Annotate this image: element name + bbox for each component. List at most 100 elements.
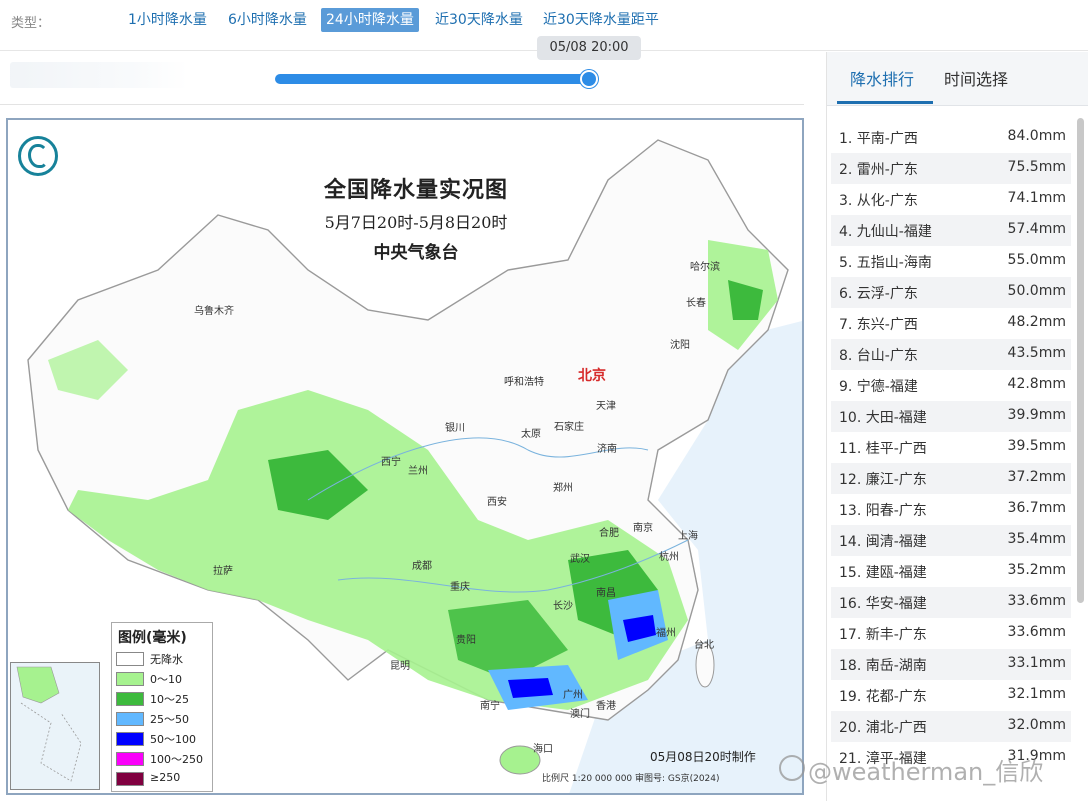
cma-logo [18, 136, 58, 176]
station-name: 10. 大田-福建 [839, 410, 927, 426]
city-label: 济南 [597, 444, 617, 455]
ranking-row[interactable]: 2. 雷州-广东 75.5mm [831, 153, 1071, 184]
legend-swatch [116, 752, 144, 766]
time-slider-track[interactable] [275, 74, 593, 84]
precip-value: 74.1mm [1007, 190, 1066, 206]
legend-swatch [116, 732, 144, 746]
precip-value: 37.2mm [1007, 469, 1066, 485]
city-label: 石家庄 [554, 422, 584, 433]
legend-swatch [116, 712, 144, 726]
station-name: 4. 九仙山-福建 [839, 224, 932, 240]
ranking-scrollbar[interactable] [1077, 118, 1084, 603]
ranking-row[interactable]: 16. 华安-福建 33.6mm [831, 587, 1071, 618]
ranking-row[interactable]: 4. 九仙山-福建 57.4mm [831, 215, 1071, 246]
city-label: 北京 [578, 368, 606, 384]
station-name: 18. 南岳-湖南 [839, 658, 927, 674]
ranking-row[interactable]: 14. 闽清-福建 35.4mm [831, 525, 1071, 556]
map-made-time: 05月08日20时制作 [650, 750, 756, 764]
ranking-row[interactable]: 12. 廉江-广东 37.2mm [831, 463, 1071, 494]
city-label: 台北 [694, 640, 714, 651]
precip-value: 50.0mm [1007, 283, 1066, 299]
active-tab-indicator [837, 101, 933, 104]
tab-precip-ranking[interactable]: 降水排行 [850, 66, 914, 90]
tab-24h-precip[interactable]: 24小时降水量 [321, 8, 419, 32]
legend-label: 25～50 [150, 713, 189, 726]
blurred-control [10, 62, 188, 88]
tab-1h-precip[interactable]: 1小时降水量 [123, 8, 212, 32]
precipitation-map: 全国降水量实况图 5月7日20时-5月8日20时 中央气象台 北京 乌鲁木齐 哈… [6, 118, 804, 795]
precip-value: 39.5mm [1007, 438, 1066, 454]
city-label: 澳门 [570, 709, 590, 720]
precip-value: 57.4mm [1007, 221, 1066, 237]
ranking-row[interactable]: 20. 浦北-广西 32.0mm [831, 711, 1071, 742]
precip-value: 43.5mm [1007, 345, 1066, 361]
ranking-panel: 降水排行 时间选择 1. 平南-广西 84.0mm 2. 雷州-广东 75.5mm … [826, 52, 1088, 801]
weibo-icon [779, 755, 805, 781]
tab-30d-precip[interactable]: 近30天降水量 [430, 8, 528, 32]
city-label: 呼和浩特 [504, 377, 544, 388]
city-label: 乌鲁木齐 [194, 306, 234, 317]
ranking-row[interactable]: 7. 东兴-广西 48.2mm [831, 308, 1071, 339]
city-label: 广州 [563, 690, 583, 701]
ranking-row[interactable]: 8. 台山-广东 43.5mm [831, 339, 1071, 370]
ranking-row[interactable]: 1. 平南-广西 84.0mm [831, 122, 1071, 153]
city-label: 杭州 [659, 552, 679, 563]
divider [0, 104, 804, 105]
station-name: 1. 平南-广西 [839, 131, 918, 147]
tab-30d-anomaly[interactable]: 近30天降水量距平 [538, 8, 664, 32]
station-name: 6. 云浮-广东 [839, 286, 918, 302]
precip-value: 33.6mm [1007, 624, 1066, 640]
precip-value: 55.0mm [1007, 252, 1066, 268]
station-name: 9. 宁德-福建 [839, 379, 918, 395]
station-name: 12. 廉江-广东 [839, 472, 927, 488]
city-label: 贵阳 [456, 635, 476, 646]
ranking-row[interactable]: 6. 云浮-广东 50.0mm [831, 277, 1071, 308]
city-label: 哈尔滨 [690, 262, 720, 273]
ranking-row[interactable]: 11. 桂平-广西 39.5mm [831, 432, 1071, 463]
precip-value: 35.2mm [1007, 562, 1066, 578]
type-label: 类型： [11, 16, 51, 31]
map-title: 全国降水量实况图 [323, 177, 508, 203]
south-china-sea-inset [10, 662, 100, 790]
station-name: 16. 华安-福建 [839, 596, 927, 612]
station-name: 2. 雷州-广东 [839, 162, 918, 178]
city-label: 海口 [533, 744, 553, 755]
ranking-row[interactable]: 13. 阳春-广东 36.7mm [831, 494, 1071, 525]
time-tooltip: 05/08 20:00 [537, 36, 641, 60]
legend-label: 100～250 [150, 753, 203, 766]
station-name: 5. 五指山-海南 [839, 255, 932, 271]
ranking-row[interactable]: 10. 大田-福建 39.9mm [831, 401, 1071, 432]
city-label: 银川 [445, 423, 465, 434]
map-legend: 图例(毫米) 无降水 0～10 10～25 25～50 50～100 100～2… [111, 622, 213, 792]
ranking-row[interactable]: 5. 五指山-海南 55.0mm [831, 246, 1071, 277]
station-name: 7. 东兴-广西 [839, 317, 918, 333]
ranking-row[interactable]: 18. 南岳-湖南 33.1mm [831, 649, 1071, 680]
ranking-row[interactable]: 19. 花都-广东 32.1mm [831, 680, 1071, 711]
station-name: 3. 从化-广东 [839, 193, 918, 209]
city-label: 天津 [596, 401, 616, 412]
map-scale: 比例尺 1:20 000 000 审图号: GS京(2024) [542, 774, 720, 784]
ranking-row[interactable]: 15. 建瓯-福建 35.2mm [831, 556, 1071, 587]
city-label: 长春 [686, 298, 706, 309]
legend-label: 0～10 [150, 673, 182, 686]
precip-value: 35.4mm [1007, 531, 1066, 547]
city-label: 西安 [487, 497, 507, 508]
precip-value: 84.0mm [1007, 128, 1066, 144]
city-label: 南京 [633, 523, 653, 534]
city-label: 长沙 [553, 601, 573, 612]
city-label: 昆明 [390, 661, 410, 672]
ranking-row[interactable]: 3. 从化-广东 74.1mm [831, 184, 1071, 215]
legend-swatch [116, 692, 144, 706]
station-name: 14. 闽清-福建 [839, 534, 927, 550]
city-label: 成都 [412, 561, 432, 572]
ranking-row[interactable]: 9. 宁德-福建 42.8mm [831, 370, 1071, 401]
panel-tabs: 降水排行 时间选择 [827, 52, 1088, 106]
legend-label: 10～25 [150, 693, 189, 706]
map-issuer: 中央气象台 [373, 243, 459, 263]
time-slider-handle[interactable] [580, 70, 598, 88]
ranking-row[interactable]: 17. 新丰-广东 33.6mm [831, 618, 1071, 649]
tab-time-select[interactable]: 时间选择 [944, 66, 1008, 90]
station-name: 15. 建瓯-福建 [839, 565, 927, 581]
tab-6h-precip[interactable]: 6小时降水量 [223, 8, 312, 32]
city-label: 福州 [656, 628, 676, 639]
